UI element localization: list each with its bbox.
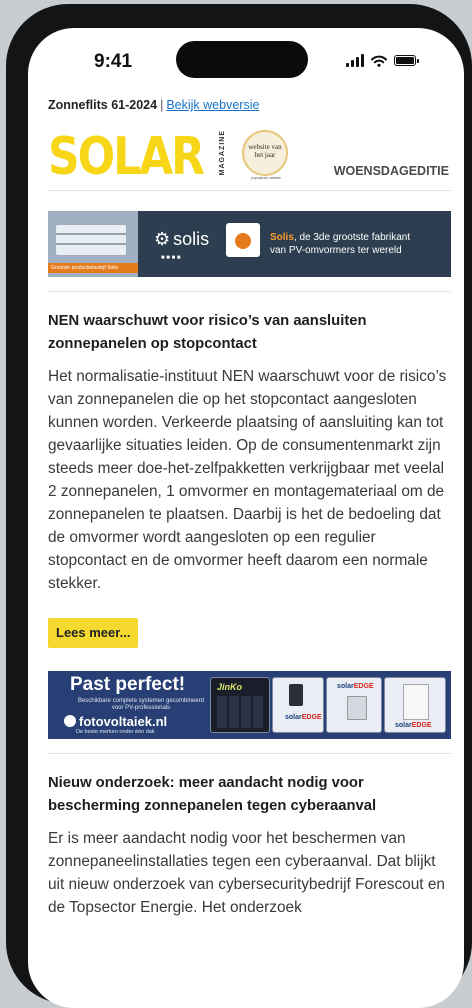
banner-tagline: De beste merken onder één dak: [76, 729, 155, 735]
battery-icon: [394, 55, 419, 66]
article-title[interactable]: NEN waarschuwt voor risico’s van aanslui…: [48, 310, 451, 356]
dynamic-island: [176, 41, 308, 78]
newsletter-header-line: Zonneflits 61-2024 | Bekijk webversie: [48, 94, 451, 116]
separator: |: [160, 98, 164, 112]
tagline-line2: van PV-omvormers ter wereld: [270, 245, 402, 256]
status-bar: 9:41: [28, 28, 464, 94]
solaredge-label: solarEDGE: [337, 683, 374, 690]
factory-image: Grootste productiebedrijf Solis: [48, 211, 138, 277]
solaredge-label: solarEDGE: [395, 722, 432, 729]
magazine-vertical-label: MAGAZINE: [219, 130, 226, 176]
social-icons: ■ ■ ■ ■: [161, 255, 181, 261]
article-body: Het normalisatie-instituut NEN waarschuw…: [48, 368, 447, 592]
solar-logo[interactable]: SOLAR: [48, 127, 205, 187]
wifi-icon: [371, 55, 387, 67]
masthead: SOLAR MAGAZINE website van het jaar popu…: [48, 124, 451, 191]
divider: [48, 291, 451, 292]
badge-text: website van het jaar: [248, 143, 282, 159]
status-time: 9:41: [94, 51, 133, 72]
solis-logo: ⚙ solis: [154, 229, 209, 250]
fotovoltaiek-banner-ad[interactable]: Past perfect! Beschikbare complete syste…: [48, 671, 451, 739]
inverter-image: solarEDGE: [326, 677, 382, 733]
brand-name: fotovoltaiek.nl: [79, 714, 168, 729]
product-puzzle: JinKo solarEDGE solarEDGE solarEDGE: [210, 677, 446, 733]
article-body: Er is meer aandacht nodig voor het besch…: [48, 830, 445, 916]
inverter-image: [226, 223, 260, 257]
solis-tagline: Solis, de 3de grootste fabrikant van PV-…: [270, 231, 410, 257]
jinko-panel-image: JinKo: [210, 677, 270, 733]
banner-subline: Beschikbare complete systemen gecombinee…: [77, 698, 205, 711]
phone-screen: 9:41 Zonneflits 61-2024 | Bekijk webversie: [28, 28, 464, 1008]
gear-icon: ⚙: [154, 229, 171, 249]
signal-icon: [346, 54, 364, 67]
status-icons: [346, 54, 419, 67]
tagline-rest: , de 3de grootste fabrikant: [293, 232, 411, 243]
badge-subtext: populairste website: [251, 176, 281, 180]
building-graphic: [56, 225, 126, 255]
solis-brand: solis: [173, 229, 210, 249]
award-badge: website van het jaar: [242, 130, 288, 176]
ad-strip-text: Grootste productiebedrijf Solis: [48, 263, 138, 273]
solis-highlight: Solis: [270, 232, 294, 243]
email-content: Zonneflits 61-2024 | Bekijk webversie SOLA…: [48, 94, 451, 919]
globe-icon: [64, 715, 76, 727]
read-more-button[interactable]: Lees meer...: [48, 618, 139, 648]
fotovoltaiek-logo: fotovoltaiek.nl: [64, 714, 167, 729]
solaredge-label: solarEDGE: [285, 714, 322, 721]
charger-image: solarEDGE: [272, 677, 324, 733]
article-title[interactable]: Nieuw onderzoek: meer aandacht nodig voo…: [48, 772, 451, 818]
solis-banner-ad[interactable]: Grootste productiebedrijf Solis ⚙ solis ■…: [48, 211, 451, 277]
issue-label: Zonneflits 61-2024: [48, 98, 158, 112]
edition-label: WOENSDAGEDITIE: [333, 164, 449, 178]
divider: [48, 753, 451, 754]
phone-frame: 9:41 Zonneflits 61-2024 | Bekijk webversie: [6, 4, 472, 1008]
web-version-link[interactable]: Bekijk webversie: [166, 98, 259, 112]
banner-headline: Past perfect!: [70, 674, 186, 695]
battery-image: solarEDGE: [384, 677, 446, 733]
jinko-label: JinKo: [217, 682, 243, 692]
